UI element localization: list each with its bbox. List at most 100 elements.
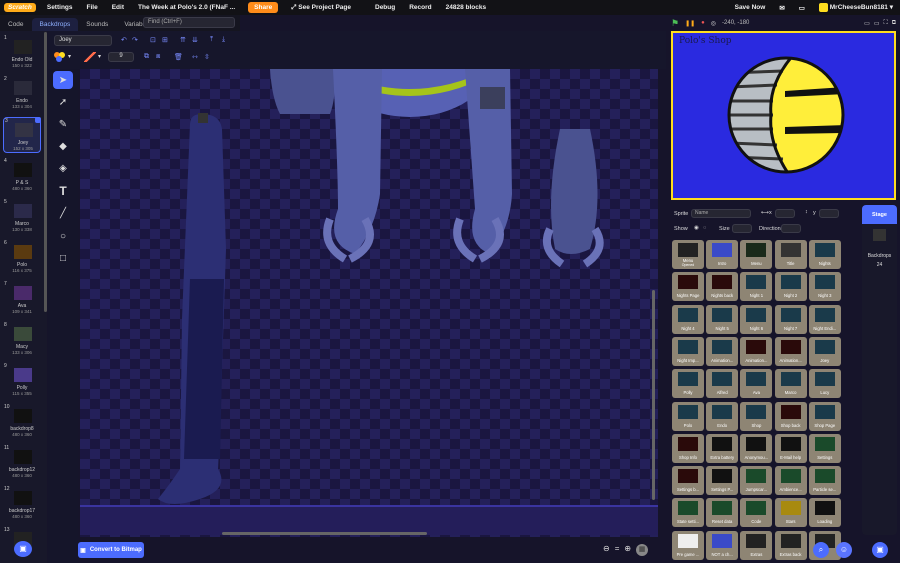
sprite-item[interactable]: State setti... [672,498,704,528]
flip-horizontal-icon[interactable]: ⇿ [192,53,201,61]
popout-icon[interactable]: ⧉ [892,20,896,27]
group-icon[interactable]: ⊡ [150,36,159,44]
zoom-out-icon[interactable]: ⊖ [603,544,610,556]
sprite-item[interactable]: Nights [808,240,841,269]
forward-icon[interactable]: ⇈ [180,36,189,44]
tab-backdrops[interactable]: Backdrops [31,18,79,31]
sprite-item[interactable]: Animation... [740,336,773,366]
tab-sounds[interactable]: Sounds [78,18,116,31]
debug-menu[interactable]: Debug [368,4,402,11]
sprite-item[interactable]: Night 4 [672,304,704,334]
fullscreen-icon[interactable]: ⛶ [884,20,888,27]
brush-tool[interactable]: ✎ [53,115,73,133]
backdrop-item[interactable]: 1 Endo Old 150 x 322 [3,35,41,71]
text-tool[interactable]: T [53,182,73,200]
sprite-item[interactable]: Night 7 [774,304,807,334]
user-menu[interactable]: MrCheeseBun8181 ▾ [812,3,900,12]
sprite-item[interactable]: Marco [774,369,807,399]
sprite-item[interactable]: Menu Opened [672,240,704,269]
add-backdrop-button[interactable]: ▣ [14,541,32,557]
sprite-item[interactable]: Night Endi... [808,304,841,334]
sprite-item[interactable]: Settings P... [706,466,739,496]
sprite-item[interactable]: Reset data [706,498,739,528]
paint-canvas[interactable] [80,69,658,537]
sprite-item[interactable]: Extras [740,530,773,560]
sprite-item[interactable]: Night 6 [740,304,773,334]
sprite-item[interactable]: Intro [706,240,739,269]
rectangle-tool[interactable]: □ [53,249,73,267]
sprite-item[interactable]: Animation... [774,336,807,366]
save-now-button[interactable]: Save Now [728,4,773,11]
sprite-item[interactable]: Polly [672,369,704,399]
sprite-item[interactable]: Night 2 [774,272,807,302]
zoom-reset-icon[interactable]: = [615,544,620,556]
sprite-item[interactable]: Shop Page [808,401,841,431]
backdrop-item[interactable]: 9 Polly 115 x 355 [3,363,41,399]
green-flag-icon[interactable]: ⚑ [671,18,679,29]
sprite-item[interactable]: Night Imp... [672,336,704,366]
backdrop-item[interactable]: 11 backdrop12 480 x 360 [3,445,41,481]
front-icon[interactable]: ⤒ [210,36,219,44]
backdrop-item[interactable]: 6 Polo 116 x 375 [3,240,41,276]
fill-color-picker[interactable] [54,52,66,62]
backdrop-item[interactable]: 10 backdrop8 480 x 360 [3,404,41,440]
sprite-item[interactable]: Anonymou... [740,433,773,463]
sprite-item[interactable]: Extras back [774,530,807,560]
sprite-item[interactable]: Settings [808,433,841,463]
convert-to-bitmap-button[interactable]: ▣ Convert to Bitmap [78,542,144,558]
ungroup-icon[interactable]: ⊞ [162,36,171,44]
sprite-item[interactable]: Shop [740,401,773,431]
costume-name-input[interactable]: Joey [54,35,112,46]
select-tool[interactable]: ➤ [53,71,73,89]
backdrop-item[interactable]: 7 Ava 109 x 341 [3,281,41,317]
see-project-page-button[interactable]: ⤢ See Project Page [284,4,358,12]
choose-sprite-button[interactable]: ⌕ [813,542,829,558]
sprite-item[interactable]: Extra battery [706,433,739,463]
tab-code[interactable]: Code [0,18,32,31]
backdrop-item[interactable]: 3 Joey 152 x 305 [3,117,41,153]
scratch-logo[interactable]: Scratch [4,3,36,12]
copy-icon[interactable]: ⧉ [144,53,153,61]
circle-tool[interactable]: ○ [53,227,73,245]
my-stuff-icon[interactable]: ▭ [792,4,812,12]
sprite-item[interactable]: Menu [740,240,773,269]
paste-icon[interactable]: ⧈ [156,53,165,61]
file-menu[interactable]: File [80,4,105,11]
backward-icon[interactable]: ⇊ [192,36,201,44]
sprite-item[interactable]: Ambience... [774,466,807,496]
sprite-item[interactable]: Nights Page [672,272,704,302]
sprite-item[interactable]: Ava [740,369,773,399]
bitmap-mode-icon[interactable]: ▦ [636,544,649,556]
sprite-item[interactable]: Alfred [706,369,739,399]
sprite-item[interactable]: Night 1 [740,272,773,302]
choose-backdrop-button[interactable]: ▣ [872,542,888,558]
canvas-horizontal-scrollbar[interactable] [222,532,427,535]
messages-icon[interactable]: ✉ [772,4,791,12]
edit-menu[interactable]: Edit [105,4,131,11]
sprite-quick-button[interactable]: ☺ [836,542,852,558]
direction-input[interactable] [781,224,801,233]
sprite-item[interactable]: Stars [774,498,807,528]
zoom-in-icon[interactable]: ⊕ [624,544,631,556]
fill-tool[interactable]: ◈ [53,159,73,177]
settings-menu[interactable]: Settings [40,4,80,11]
sprite-item[interactable]: Shop Info [672,433,704,463]
show-visible-icon[interactable]: ◉ [694,225,699,231]
record-menu[interactable]: Record [402,4,438,11]
backdrop-item[interactable]: 2 Endo 133 x 304 [3,76,41,112]
x-input[interactable] [775,209,795,218]
backdrop-list-scrollbar[interactable] [44,32,47,312]
backdrop-item[interactable]: 8 Macy 133 x 306 [3,322,41,358]
y-input[interactable] [819,209,839,218]
sprite-item[interactable]: NOT a ch... [706,530,739,560]
small-stage-icon[interactable]: ▭ [864,20,870,27]
sprite-item[interactable]: E-Mail help [774,433,807,463]
backdrop-item[interactable]: 12 backdrop17 480 x 360 [3,486,41,522]
sprite-item[interactable]: Particle se... [808,466,841,496]
outline-color-picker[interactable] [84,52,96,62]
sprite-item[interactable]: Night 3 [808,272,841,302]
normal-stage-icon[interactable]: ▭ [874,20,880,27]
outline-width-input[interactable]: 9 [108,52,134,62]
sprite-item[interactable]: Settings b... [672,466,704,496]
backdrop-item[interactable]: 5 Marco 130 x 338 [3,199,41,235]
